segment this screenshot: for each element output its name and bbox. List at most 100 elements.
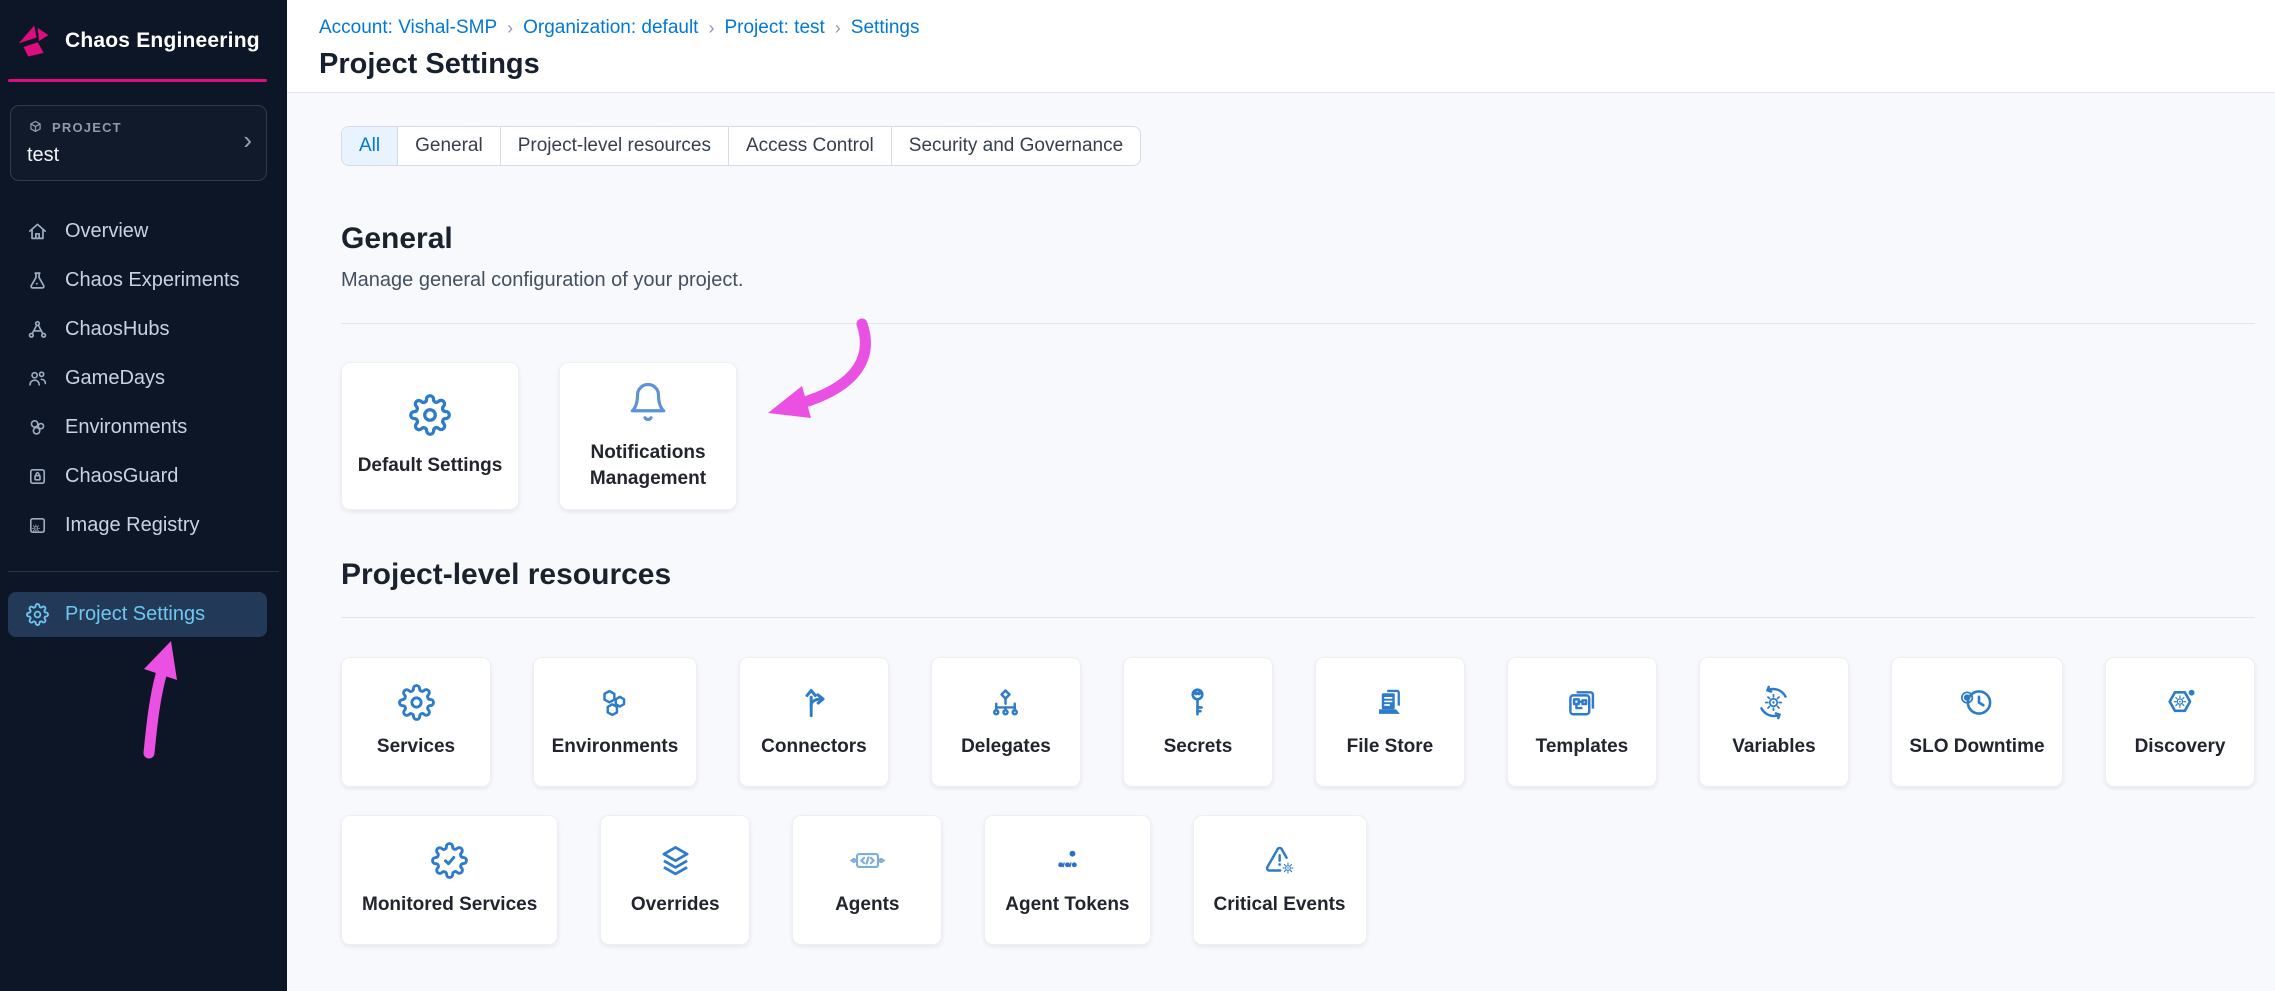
card-variables[interactable]: Variables (1699, 657, 1849, 787)
card-label: File Store (1347, 734, 1434, 759)
page-header: Account: Vishal-SMP › Organization: defa… (287, 0, 2275, 93)
card-default-settings[interactable]: Default Settings (341, 362, 519, 510)
gear-box-icon (26, 514, 49, 537)
sidebar-divider (8, 571, 279, 572)
dots-icon (1049, 842, 1086, 879)
key-icon (1179, 684, 1216, 721)
card-file-store[interactable]: File Store (1315, 657, 1465, 787)
card-overrides[interactable]: Overrides (600, 815, 750, 945)
project-selector-label: PROJECT (52, 120, 122, 135)
card-agent-tokens[interactable]: Agent Tokens (984, 815, 1150, 945)
card-label: Monitored Services (362, 892, 537, 917)
resources-row-1: Services Environments Connectors Delegat… (341, 657, 2255, 787)
card-label: Variables (1732, 734, 1815, 759)
main-area: Account: Vishal-SMP › Organization: defa… (287, 0, 2275, 991)
card-templates[interactable]: Templates (1507, 657, 1657, 787)
card-label: Critical Events (1214, 892, 1346, 917)
card-discovery[interactable]: Discovery (2105, 657, 2255, 787)
brand-accent-line (8, 79, 267, 82)
page-content: All General Project-level resources Acce… (287, 93, 2275, 945)
page-title: Project Settings (319, 48, 2243, 81)
sidebar-item-chaos-experiments[interactable]: Chaos Experiments (0, 256, 287, 305)
card-label: Discovery (2135, 734, 2226, 759)
card-delegates[interactable]: Delegates (931, 657, 1081, 787)
lock-box-icon (26, 465, 49, 488)
card-label: Agents (835, 892, 899, 917)
card-slo-downtime[interactable]: SLO Downtime (1891, 657, 2063, 787)
gear-icon (26, 603, 49, 626)
section-title-resources: Project-level resources (341, 558, 2255, 592)
card-label: Environments (552, 734, 679, 759)
warning-gear-icon (1261, 842, 1298, 879)
card-connectors[interactable]: Connectors (739, 657, 889, 787)
section-description-general: Manage general configuration of your pro… (341, 269, 2255, 292)
sidebar-item-label: Overview (65, 220, 148, 243)
tab-all[interactable]: All (342, 127, 397, 165)
home-icon (26, 220, 49, 243)
sidebar-item-gamedays[interactable]: GameDays (0, 354, 287, 403)
card-notifications-management[interactable]: Notifications Management (559, 362, 737, 510)
cluster-icon (26, 416, 49, 439)
breadcrumb: Account: Vishal-SMP › Organization: defa… (319, 17, 2243, 39)
sidebar-item-image-registry[interactable]: Image Registry (0, 501, 287, 550)
card-critical-events[interactable]: Critical Events (1193, 815, 1367, 945)
breadcrumb-separator: › (708, 18, 714, 39)
card-monitored-services[interactable]: Monitored Services (341, 815, 558, 945)
section-divider (341, 323, 2255, 324)
tab-security-and-governance[interactable]: Security and Governance (891, 127, 1140, 165)
gear-check-icon (431, 842, 468, 879)
general-cards-row: Default Settings Notifications Managemen… (341, 362, 2255, 510)
card-label: Agent Tokens (1005, 892, 1129, 917)
hierarchy-icon (987, 684, 1024, 721)
sidebar-item-label: Image Registry (65, 514, 200, 537)
bell-icon (627, 381, 669, 423)
breadcrumb-settings[interactable]: Settings (851, 17, 920, 39)
cube-icon (27, 119, 44, 136)
split-arrows-icon (795, 684, 832, 721)
project-selector-value: test (27, 144, 250, 167)
hub-icon (26, 318, 49, 341)
card-label: Services (377, 734, 455, 759)
resources-row-2: Monitored Services Overrides Agents Agen… (341, 815, 2255, 945)
document-icon (1371, 684, 1408, 721)
section-title-general: General (341, 222, 2255, 256)
sidebar-item-chaoshubs[interactable]: ChaosHubs (0, 305, 287, 354)
flask-icon (26, 269, 49, 292)
card-label: Overrides (631, 892, 720, 917)
tab-general[interactable]: General (397, 127, 500, 165)
sidebar-item-label: GameDays (65, 367, 165, 390)
breadcrumb-separator: › (507, 18, 513, 39)
harness-chaos-logo-icon (14, 22, 52, 60)
card-services[interactable]: Services (341, 657, 491, 787)
sidebar-nav: Overview Chaos Experiments ChaosHubs Gam… (0, 207, 287, 637)
brand-header: Chaos Engineering (0, 0, 287, 60)
breadcrumb-project[interactable]: Project: test (724, 17, 824, 39)
breadcrumb-organization[interactable]: Organization: default (523, 17, 698, 39)
sidebar-item-label: ChaosHubs (65, 318, 170, 341)
card-label: Notifications Management (582, 440, 714, 490)
project-selector[interactable]: PROJECT test › (10, 105, 267, 181)
card-secrets[interactable]: Secrets (1123, 657, 1273, 787)
sidebar-item-label: Chaos Experiments (65, 269, 240, 292)
sidebar-item-chaosguard[interactable]: ChaosGuard (0, 452, 287, 501)
sidebar-item-overview[interactable]: Overview (0, 207, 287, 256)
sidebar-item-project-settings[interactable]: Project Settings (8, 592, 267, 637)
tab-project-level-resources[interactable]: Project-level resources (500, 127, 728, 165)
breadcrumb-account[interactable]: Account: Vishal-SMP (319, 17, 497, 39)
breadcrumb-separator: › (835, 18, 841, 39)
tab-access-control[interactable]: Access Control (728, 127, 891, 165)
hexagons-icon (596, 684, 633, 721)
hexagon-gear-icon (2162, 684, 2199, 721)
card-environments[interactable]: Environments (533, 657, 697, 787)
card-label: Connectors (761, 734, 867, 759)
sidebar-item-label: ChaosGuard (65, 465, 178, 488)
sidebar-item-environments[interactable]: Environments (0, 403, 287, 452)
clock-icon (1958, 684, 1995, 721)
card-label: SLO Downtime (1909, 734, 2044, 759)
gear-icon (398, 684, 435, 721)
stacked-templates-icon (1563, 684, 1600, 721)
card-agents[interactable]: Agents (792, 815, 942, 945)
people-icon (26, 367, 49, 390)
layers-icon (657, 842, 694, 879)
card-label: Secrets (1164, 734, 1233, 759)
